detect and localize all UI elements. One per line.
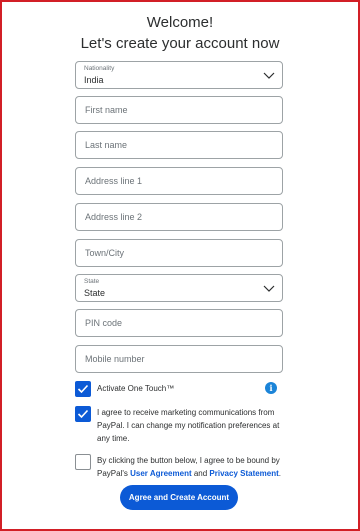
page-frame bbox=[0, 0, 360, 531]
